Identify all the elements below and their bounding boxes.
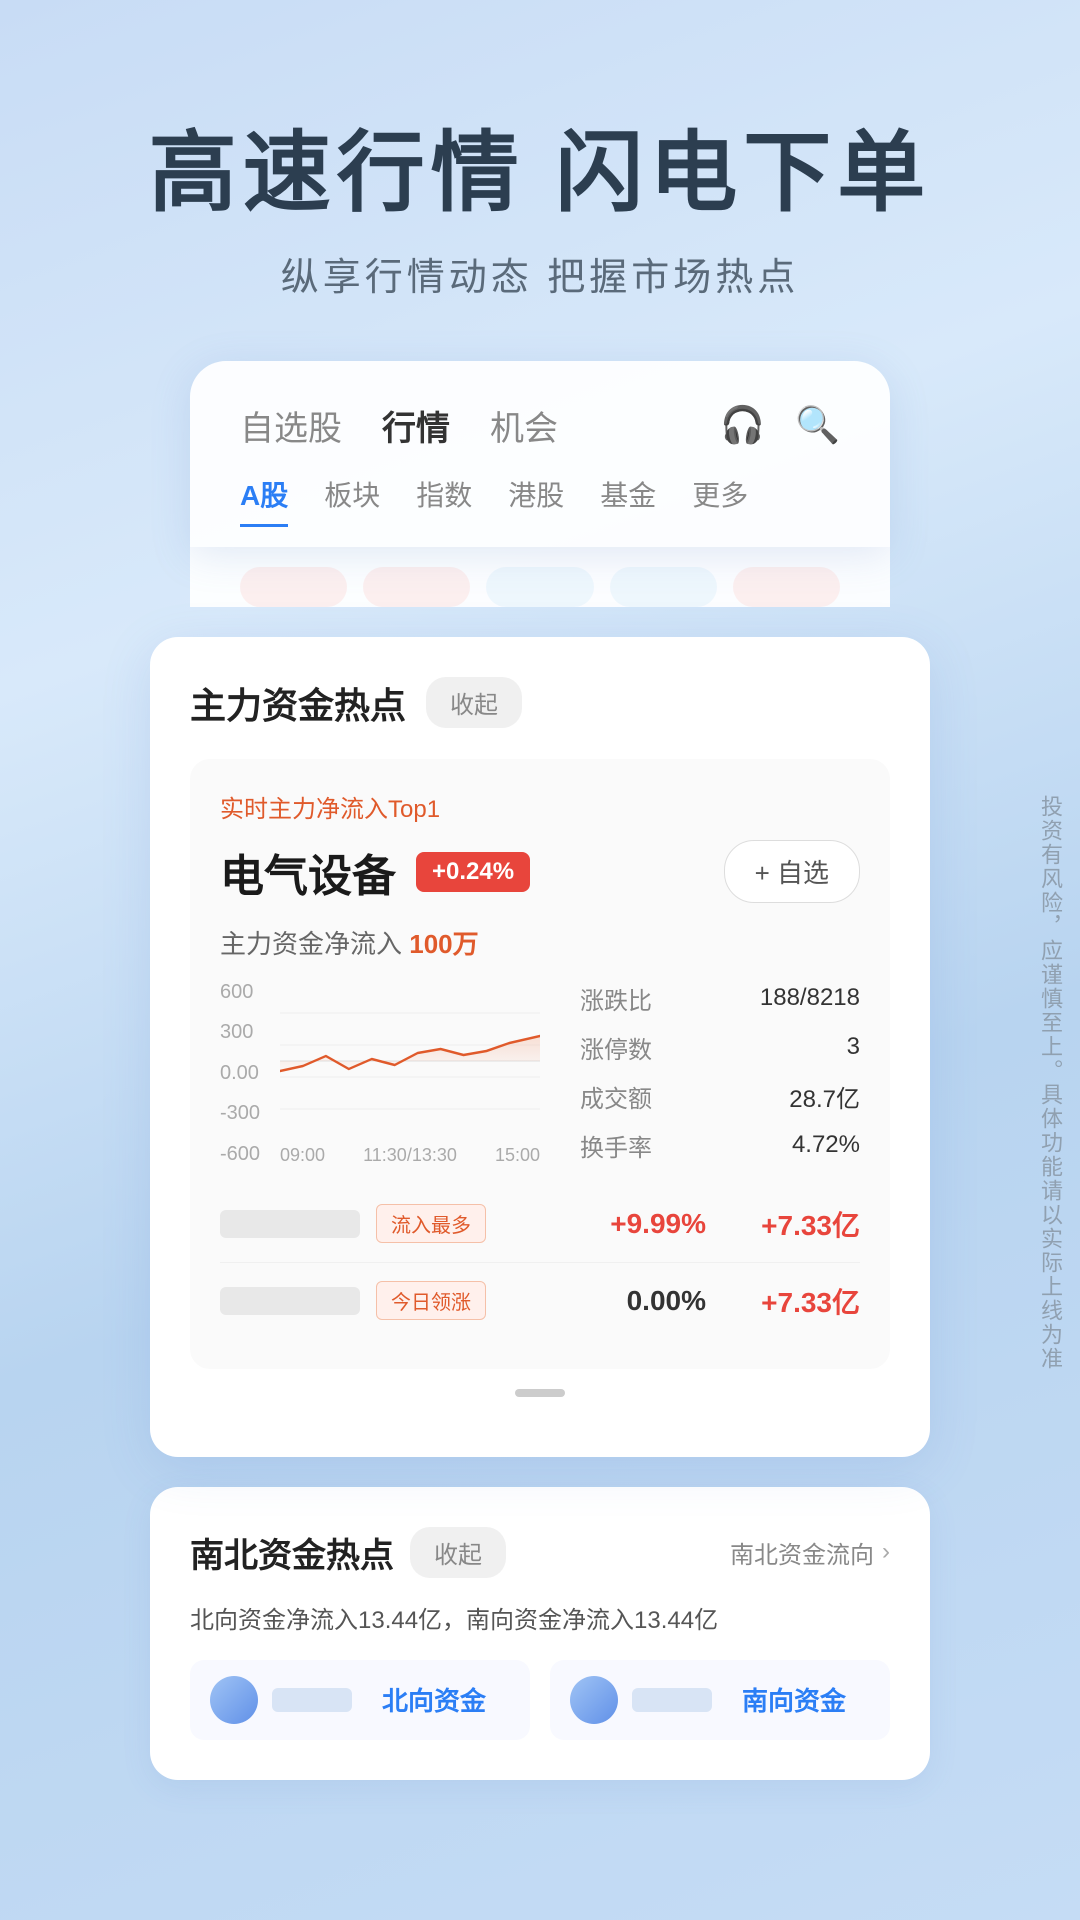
- north-fund-blur: [272, 1688, 352, 1712]
- second-card-title-group: 南北资金热点 收起: [190, 1527, 506, 1578]
- stat-rise-ratio: 涨跌比 188/8218: [580, 981, 860, 1016]
- stock-flow-2: +7.33亿: [730, 1281, 860, 1321]
- second-card-header: 南北资金热点 收起 南北资金流向 ›: [190, 1527, 890, 1578]
- hero-section: 高速行情 闪电下单 纵享行情动态 把握市场热点: [0, 0, 1080, 361]
- stock-change-badge: +0.24%: [416, 852, 530, 892]
- south-fund-icon: [570, 1676, 618, 1724]
- south-fund-label: 南向资金: [742, 1681, 846, 1718]
- chart-y-labels: 600 300 0.00 -300 -600: [220, 981, 260, 1166]
- capital-label-row: 主力资金净流入 100万: [220, 924, 860, 961]
- chevron-right-icon: ›: [882, 1538, 890, 1566]
- stock-pct-2: 0.00%: [586, 1285, 706, 1317]
- pill-4: [610, 567, 717, 607]
- card-header: 主力资金热点 收起: [190, 677, 890, 729]
- phone-mockup: 自选股 行情 机会 🎧 🔍 A股 板块 指数 港股 基金 更多 主力资金热点: [130, 361, 950, 1780]
- nav-icons: 🎧 🔍: [720, 404, 840, 446]
- south-fund-blur: [632, 1688, 712, 1712]
- chart-x-labels: 09:00 11:30/13:30 15:00: [280, 1145, 540, 1166]
- subtab-sector[interactable]: 板块: [324, 474, 380, 527]
- chart-wrapper: 600 300 0.00 -300 -600: [220, 981, 540, 1166]
- stock-item-2[interactable]: 今日领涨 0.00% +7.33亿: [220, 1263, 860, 1339]
- subtab-hk[interactable]: 港股: [508, 474, 564, 527]
- tab-market[interactable]: 行情: [382, 401, 450, 450]
- stats-grid: 涨跌比 188/8218 涨停数 3 成交额 28.7亿 换手率 4.72%: [580, 981, 860, 1166]
- north-fund-label: 北向资金: [382, 1681, 486, 1718]
- disclaimer-text: 投资有风险，应谨慎至上。具体功能请以实际上线为准: [1020, 775, 1080, 1391]
- subtab-a-stock[interactable]: A股: [240, 474, 288, 527]
- search-icon[interactable]: 🔍: [795, 404, 840, 446]
- south-fund-item[interactable]: 南向资金: [550, 1660, 890, 1740]
- fund-row: 北向资金 南向资金: [190, 1660, 890, 1740]
- nav-tabs: 自选股 行情 机会 🎧 🔍: [240, 401, 840, 450]
- stock-item-1[interactable]: 流入最多 +9.99% +7.33亿: [220, 1186, 860, 1263]
- tab-opportunity[interactable]: 机会: [490, 401, 558, 450]
- fund-flow-label: 南北资金流向: [730, 1535, 874, 1570]
- fund-flow-link[interactable]: 南北资金流向 ›: [730, 1535, 890, 1570]
- subtab-fund[interactable]: 基金: [600, 474, 656, 527]
- pill-3: [486, 567, 593, 607]
- stock-name-blur-1: [220, 1210, 360, 1238]
- stock-flow-1: +7.33亿: [730, 1204, 860, 1244]
- subtab-index[interactable]: 指数: [416, 474, 472, 527]
- realtime-label: 实时主力净流入Top1: [220, 789, 860, 824]
- chart-svg: [280, 981, 540, 1141]
- stat-turnover: 换手率 4.72%: [580, 1128, 860, 1163]
- hero-title: 高速行情 闪电下单: [0, 120, 1080, 226]
- card-title: 主力资金热点: [190, 677, 406, 729]
- capital-amount: 100万: [409, 929, 478, 959]
- fund-info-text: 北向资金净流入13.44亿，南向资金净流入13.44亿: [190, 1602, 890, 1640]
- chart-stats-area: 600 300 0.00 -300 -600: [220, 981, 860, 1166]
- stock-header-row: 电气设备 +0.24% + 自选: [220, 840, 860, 904]
- collapse-button[interactable]: 收起: [426, 677, 522, 728]
- pill-5: [733, 567, 840, 607]
- north-fund-item[interactable]: 北向资金: [190, 1660, 530, 1740]
- tag-leader: 今日领涨: [376, 1281, 486, 1320]
- second-collapse-button[interactable]: 收起: [410, 1527, 506, 1578]
- hero-subtitle: 纵享行情动态 把握市场热点: [0, 246, 1080, 301]
- pagination-dot: [515, 1389, 565, 1397]
- inner-stock-card: 实时主力净流入Top1 电气设备 +0.24% + 自选 主力资金净流入 100…: [190, 759, 890, 1369]
- stock-list: 流入最多 +9.99% +7.33亿 今日领涨 0.00% +7.33亿: [220, 1186, 860, 1339]
- tag-inflow: 流入最多: [376, 1204, 486, 1243]
- north-fund-icon: [210, 1676, 258, 1724]
- main-capital-card: 主力资金热点 收起 实时主力净流入Top1 电气设备 +0.24% + 自选 主…: [150, 637, 930, 1457]
- pill-1: [240, 567, 347, 607]
- tab-watchlist[interactable]: 自选股: [240, 401, 342, 450]
- stat-limit-up: 涨停数 3: [580, 1030, 860, 1065]
- subtab-more[interactable]: 更多: [692, 474, 748, 527]
- color-pills-row: [190, 547, 890, 607]
- add-watchlist-button[interactable]: + 自选: [724, 840, 860, 903]
- pagination: [190, 1389, 890, 1397]
- top-nav-card: 自选股 行情 机会 🎧 🔍 A股 板块 指数 港股 基金 更多: [190, 361, 890, 547]
- stock-name[interactable]: 电气设备: [220, 840, 396, 904]
- stat-volume: 成交额 28.7亿: [580, 1079, 860, 1114]
- stock-pct-1: +9.99%: [586, 1208, 706, 1240]
- second-card-title: 南北资金热点: [190, 1528, 394, 1577]
- south-north-card: 南北资金热点 收起 南北资金流向 › 北向资金净流入13.44亿，南向资金净流入…: [150, 1487, 930, 1780]
- sub-tabs: A股 板块 指数 港股 基金 更多: [240, 474, 840, 527]
- headphone-icon[interactable]: 🎧: [720, 404, 765, 446]
- pill-2: [363, 567, 470, 607]
- stock-name-blur-2: [220, 1287, 360, 1315]
